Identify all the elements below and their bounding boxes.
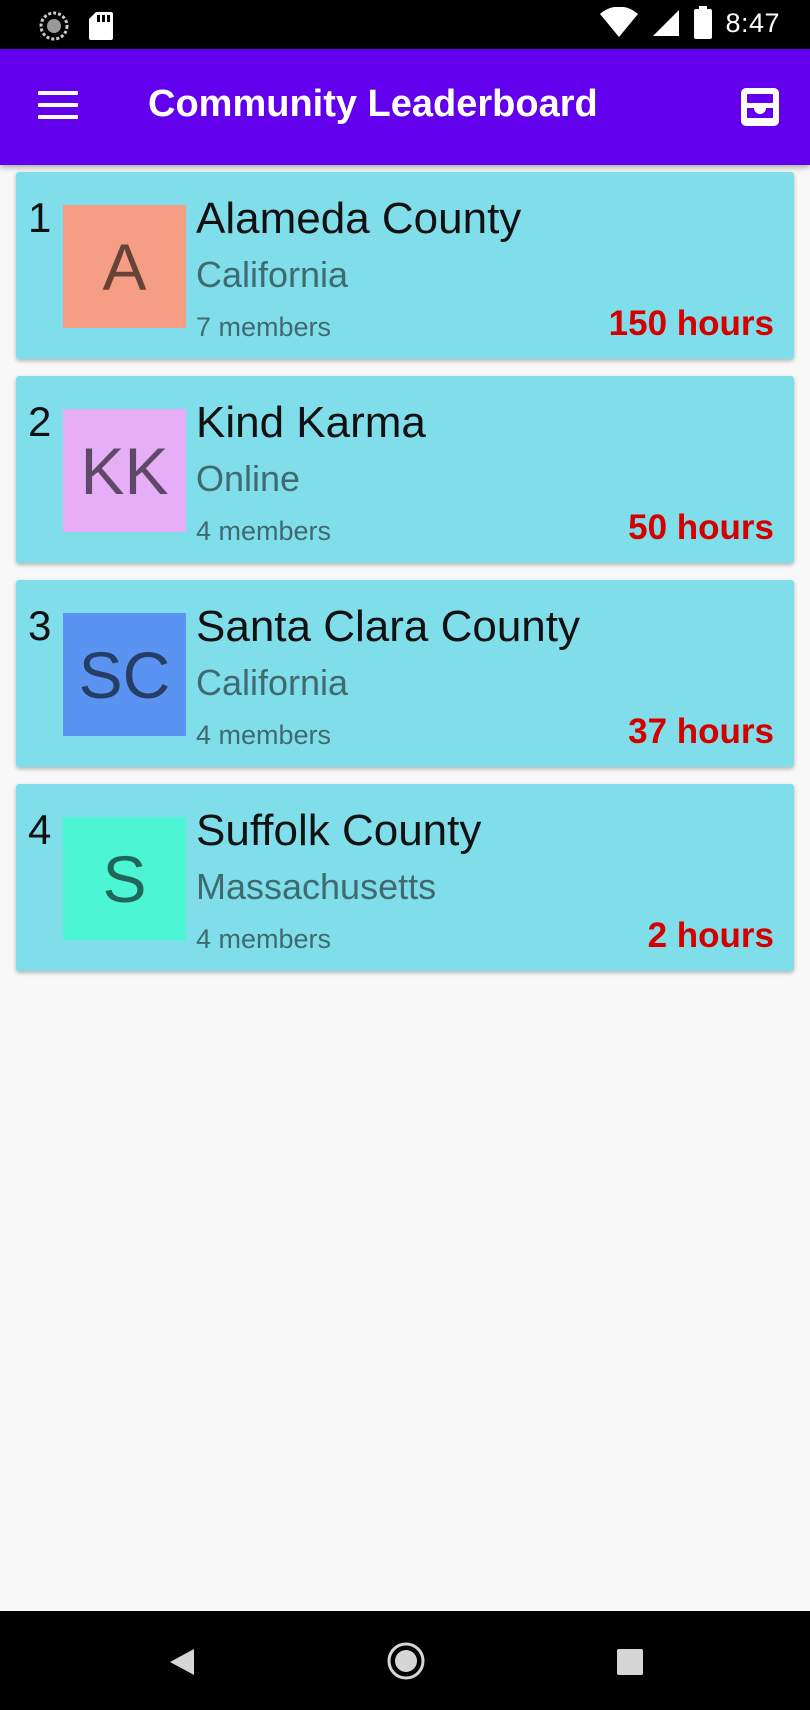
avatar-initials: S: [102, 841, 147, 916]
system-nav-bar: [0, 1611, 810, 1710]
menu-icon[interactable]: [38, 91, 78, 123]
avatar: SC: [63, 613, 186, 736]
leaderboard-card[interactable]: 1 A Alameda County California 7 members …: [16, 172, 794, 359]
sd-card-icon: [89, 12, 113, 40]
app-bar: Community Leaderboard: [0, 49, 810, 165]
avatar-initials: SC: [78, 637, 171, 712]
recents-icon[interactable]: [616, 1648, 644, 1676]
community-name: Alameda County: [196, 194, 522, 243]
member-count: 4 members: [196, 516, 332, 546]
leaderboard-card[interactable]: 3 SC Santa Clara County California 4 mem…: [16, 580, 794, 767]
leaderboard-card[interactable]: 2 KK Kind Karma Online 4 members 50 hour…: [16, 376, 794, 563]
wifi-icon: [600, 7, 639, 37]
avatar-initials: KK: [80, 433, 169, 508]
hours-total: 2 hours: [647, 916, 774, 955]
clock: 8:47: [725, 7, 780, 38]
hours-total: 37 hours: [628, 712, 774, 751]
community-region: California: [196, 662, 349, 703]
community-name: Santa Clara County: [196, 602, 580, 651]
hours-total: 50 hours: [628, 508, 774, 547]
avatar: A: [63, 205, 186, 328]
rank-number: 2: [28, 398, 52, 445]
community-name: Suffolk County: [196, 806, 482, 855]
rank-number: 3: [28, 602, 52, 649]
avatar: KK: [63, 409, 186, 532]
rank-number: 1: [28, 194, 52, 241]
community-name: Kind Karma: [196, 398, 426, 447]
avatar: S: [63, 817, 186, 940]
back-icon[interactable]: [168, 1647, 196, 1677]
community-region: Massachusetts: [196, 866, 437, 907]
sync-icon: [39, 11, 69, 41]
member-count: 7 members: [196, 312, 332, 342]
home-icon[interactable]: [386, 1641, 426, 1681]
leaderboard-list: 1 A Alameda County California 7 members …: [16, 172, 794, 988]
battery-icon: [694, 6, 713, 39]
page-title: Community Leaderboard: [148, 83, 598, 125]
member-count: 4 members: [196, 924, 332, 954]
avatar-initials: A: [102, 229, 147, 304]
community-region: California: [196, 254, 349, 295]
signal-icon: [653, 10, 680, 36]
community-region: Online: [196, 458, 301, 499]
inbox-icon[interactable]: [738, 85, 782, 129]
member-count: 4 members: [196, 720, 332, 750]
status-bar: 8:47: [0, 0, 810, 49]
hours-total: 150 hours: [608, 304, 774, 343]
leaderboard-card[interactable]: 4 S Suffolk County Massachusetts 4 membe…: [16, 784, 794, 971]
rank-number: 4: [28, 806, 52, 853]
